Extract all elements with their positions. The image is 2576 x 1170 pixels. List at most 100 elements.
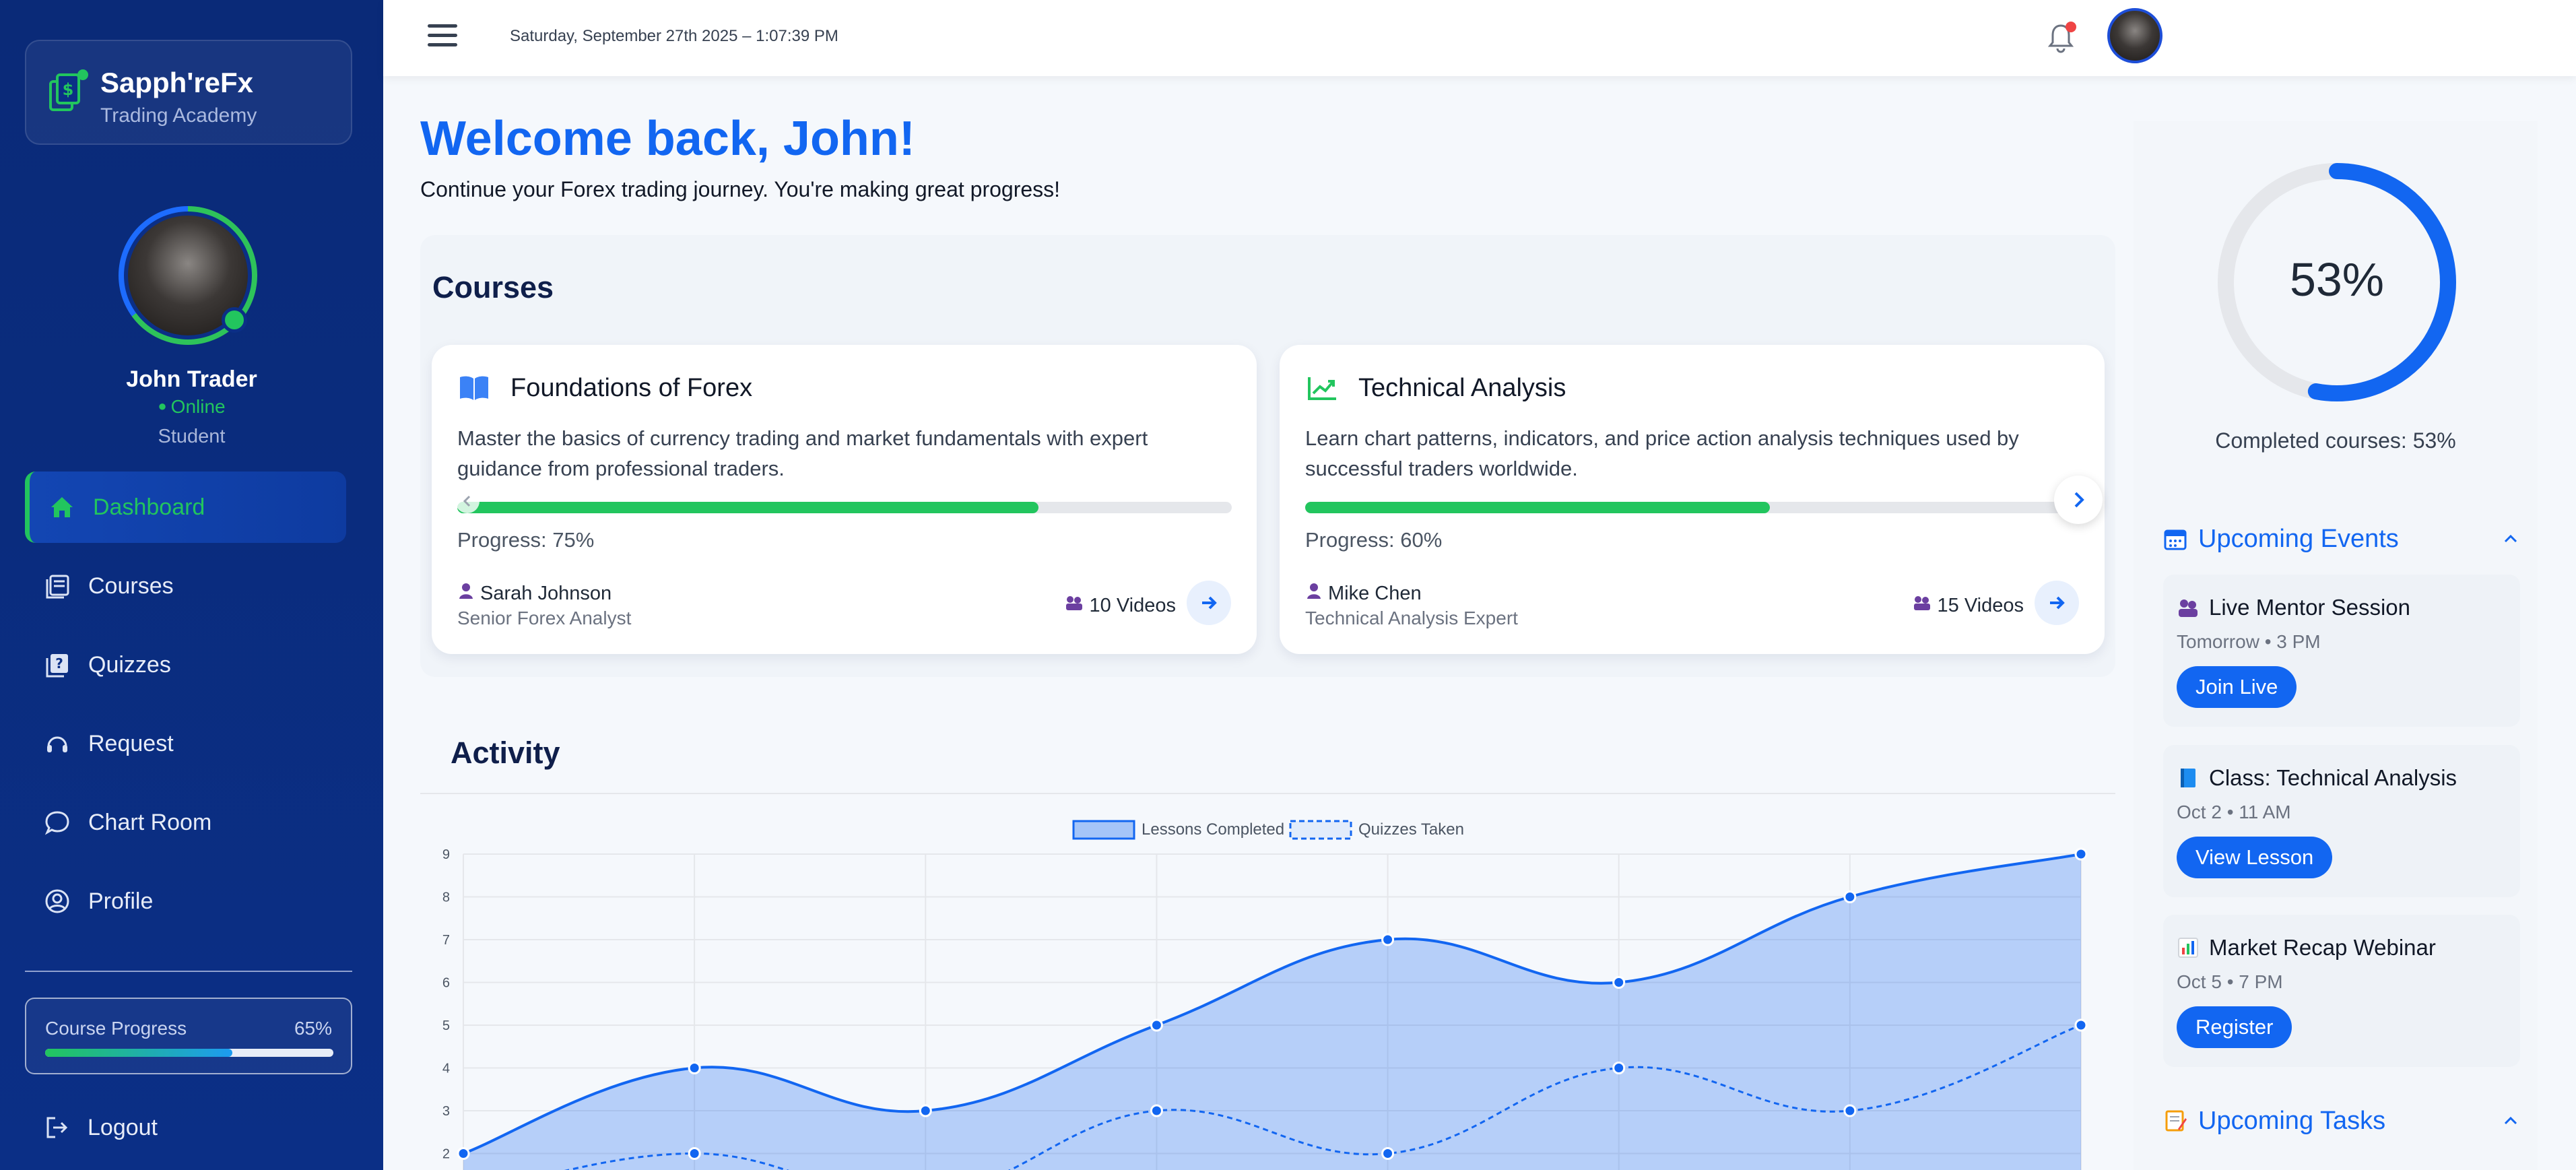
person-icon	[459, 583, 473, 599]
completion-ring: 53%	[2218, 163, 2456, 401]
instructor-name: Mike Chen	[1328, 583, 1422, 604]
event-title: Market Recap Webinar	[2209, 935, 2436, 960]
video-group-icon	[1913, 596, 1930, 610]
logout-button[interactable]: Logout	[43, 1114, 158, 1141]
current-datetime: Saturday, September 27th 2025 – 1:07:39 …	[510, 27, 838, 45]
lessons-point[interactable]	[1381, 933, 1395, 946]
tasks-title: Upcoming Tasks	[2198, 1106, 2386, 1135]
video-count: 15 Videos	[1937, 595, 2024, 616]
notification-badge	[2066, 22, 2076, 32]
sidebar: $ Sapph'reFx Trading Academy John Trader…	[0, 0, 383, 1170]
carousel-prev-button[interactable]	[455, 489, 480, 513]
course-videos: 15 Videos	[1912, 594, 2024, 617]
course-progress-fill	[45, 1049, 233, 1057]
sidebar-item-quizzes[interactable]: ? Quizzes	[25, 629, 346, 701]
sidebar-divider	[25, 971, 352, 972]
lessons-point[interactable]	[2074, 847, 2088, 861]
course-description: Learn chart patterns, indicators, and pr…	[1305, 426, 2019, 480]
event-card: Market Recap Webinar Oct 5 • 7 PM Regist…	[2163, 915, 2520, 1067]
video-group-icon	[1065, 596, 1082, 610]
sidebar-item-dashboard[interactable]: Dashboard	[25, 472, 346, 543]
events-section-header[interactable]: Upcoming Events	[2163, 522, 2520, 556]
brand-subtitle: Trading Academy	[100, 104, 257, 127]
y-tick-label: 3	[442, 1104, 450, 1119]
course-title: Foundations of Forex	[510, 374, 753, 402]
y-tick-label: 2	[442, 1147, 450, 1162]
page-title: Welcome back, John!	[420, 112, 915, 166]
menu-toggle-icon[interactable]	[428, 24, 457, 48]
open-course-button[interactable]	[1187, 581, 1231, 625]
header-avatar[interactable]	[2107, 8, 2162, 63]
page-subtitle: Continue your Forex trading journey. You…	[420, 177, 1061, 201]
event-card: Live Mentor Session Tomorrow • 3 PM Join…	[2163, 575, 2520, 727]
open-course-button[interactable]	[2035, 581, 2079, 625]
legend-label-quizzes: Quizzes Taken	[1358, 820, 1464, 839]
course-card[interactable]: Technical Analysis Learn chart patterns,…	[1280, 345, 2105, 654]
lessons-point[interactable]	[1843, 890, 1857, 903]
lessons-point[interactable]	[688, 1062, 701, 1074]
quizzes-point[interactable]	[688, 1147, 701, 1160]
sidebar-item-label: Dashboard	[93, 494, 205, 520]
lessons-point[interactable]	[919, 1104, 932, 1117]
course-progress-value: 65%	[294, 1018, 332, 1039]
lessons-point[interactable]	[1612, 976, 1626, 989]
quizzes-point[interactable]	[1612, 1062, 1626, 1074]
events-title: Upcoming Events	[2198, 524, 2399, 553]
legend-label-lessons: Lessons Completed	[1142, 820, 1284, 839]
user-name: John Trader	[126, 366, 257, 392]
y-tick-label: 5	[442, 1018, 450, 1033]
event-time: Tomorrow • 3 PM	[2177, 631, 2321, 652]
bar-chart-icon	[2178, 938, 2198, 958]
activity-heading: Activity	[451, 736, 560, 770]
y-tick-label: 6	[442, 976, 450, 991]
quizzes-point[interactable]	[2074, 1018, 2088, 1032]
sidebar-item-courses[interactable]: Courses	[25, 550, 346, 622]
online-indicator	[222, 307, 247, 333]
quizzes-point[interactable]	[1843, 1104, 1857, 1117]
course-card[interactable]: Foundations of Forex Master the basics o…	[432, 345, 1257, 654]
register-button[interactable]: Register	[2177, 1006, 2292, 1048]
brand-card: $ Sapph'reFx Trading Academy	[25, 40, 352, 145]
headset-icon	[47, 736, 67, 752]
course-instructor: Sarah Johnson	[457, 582, 612, 605]
join-live-button[interactable]: Join Live	[2177, 666, 2297, 708]
y-tick-label: 4	[442, 1062, 450, 1076]
event-card: Class: Technical Analysis Oct 2 • 11 AM …	[2163, 745, 2520, 897]
lessons-point[interactable]	[457, 1147, 470, 1160]
course-videos: 10 Videos	[1064, 594, 1176, 617]
legend-swatch-lessons	[1072, 820, 1135, 840]
course-description: Master the basics of currency trading an…	[457, 426, 1148, 480]
carousel-next-button[interactable]	[2054, 476, 2103, 524]
quizzes-point[interactable]	[1381, 1147, 1395, 1160]
course-progress-bar	[45, 1049, 333, 1057]
y-tick-label: 7	[442, 933, 450, 948]
video-count: 10 Videos	[1089, 595, 1176, 616]
tasks-section-header[interactable]: Upcoming Tasks	[2163, 1104, 2520, 1138]
course-progress-label: Course Progress	[45, 1018, 187, 1039]
course-progress-bar	[457, 502, 1232, 513]
sidebar-item-label: Request	[88, 730, 174, 756]
sidebar-item-label: Profile	[88, 888, 154, 914]
quizzes-point[interactable]	[1150, 1104, 1163, 1117]
logout-label: Logout	[88, 1114, 158, 1140]
sidebar-item-profile[interactable]: Profile	[25, 866, 346, 937]
course-instructor: Mike Chen	[1305, 582, 1422, 605]
sidebar-item-label: Chart Room	[88, 809, 212, 835]
topbar: Saturday, September 27th 2025 – 1:07:39 …	[383, 0, 2576, 76]
event-title: Live Mentor Session	[2209, 595, 2410, 620]
course-progress-fill	[1305, 502, 1770, 513]
course-title: Technical Analysis	[1358, 374, 1566, 402]
courses-heading: Courses	[432, 270, 554, 304]
lessons-point[interactable]	[1150, 1018, 1163, 1032]
completion-percent: 53%	[2290, 253, 2384, 306]
sidebar-item-chart-room[interactable]: Chart Room	[25, 787, 346, 858]
course-progress-card: Course Progress 65%	[25, 998, 352, 1074]
quiz-icon: ?	[46, 654, 68, 678]
svg-text:$: $	[63, 80, 74, 99]
sidebar-nav: Dashboard Courses ? Quizzes Request Char…	[25, 472, 346, 944]
brand-logo-icon: $	[49, 69, 88, 111]
sidebar-item-request[interactable]: Request	[25, 708, 346, 779]
view-lesson-button[interactable]: View Lesson	[2177, 837, 2333, 878]
user-circle-icon	[45, 889, 69, 913]
person-icon	[1307, 583, 1321, 599]
